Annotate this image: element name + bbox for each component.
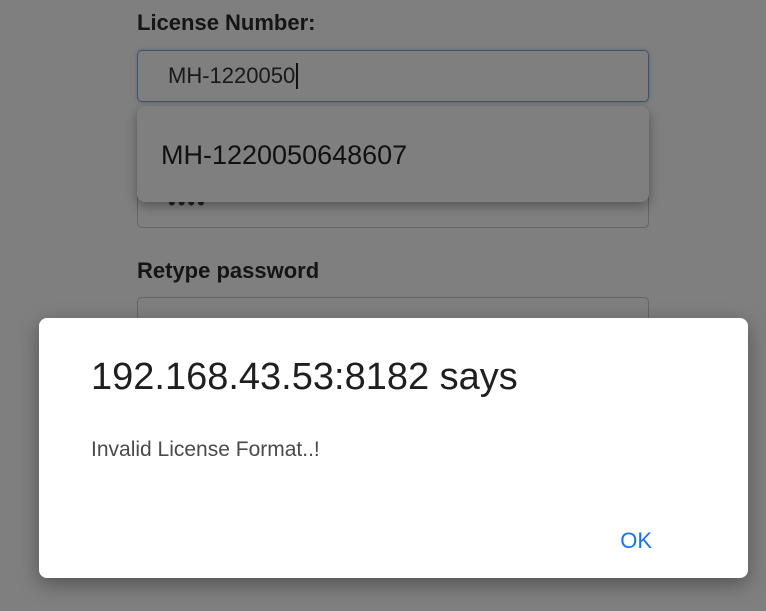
alert-dialog: 192.168.43.53:8182 says Invalid License … xyxy=(39,318,748,578)
alert-title: 192.168.43.53:8182 says xyxy=(91,356,518,398)
ok-button[interactable]: OK xyxy=(612,524,660,558)
alert-message: Invalid License Format..! xyxy=(91,438,320,461)
